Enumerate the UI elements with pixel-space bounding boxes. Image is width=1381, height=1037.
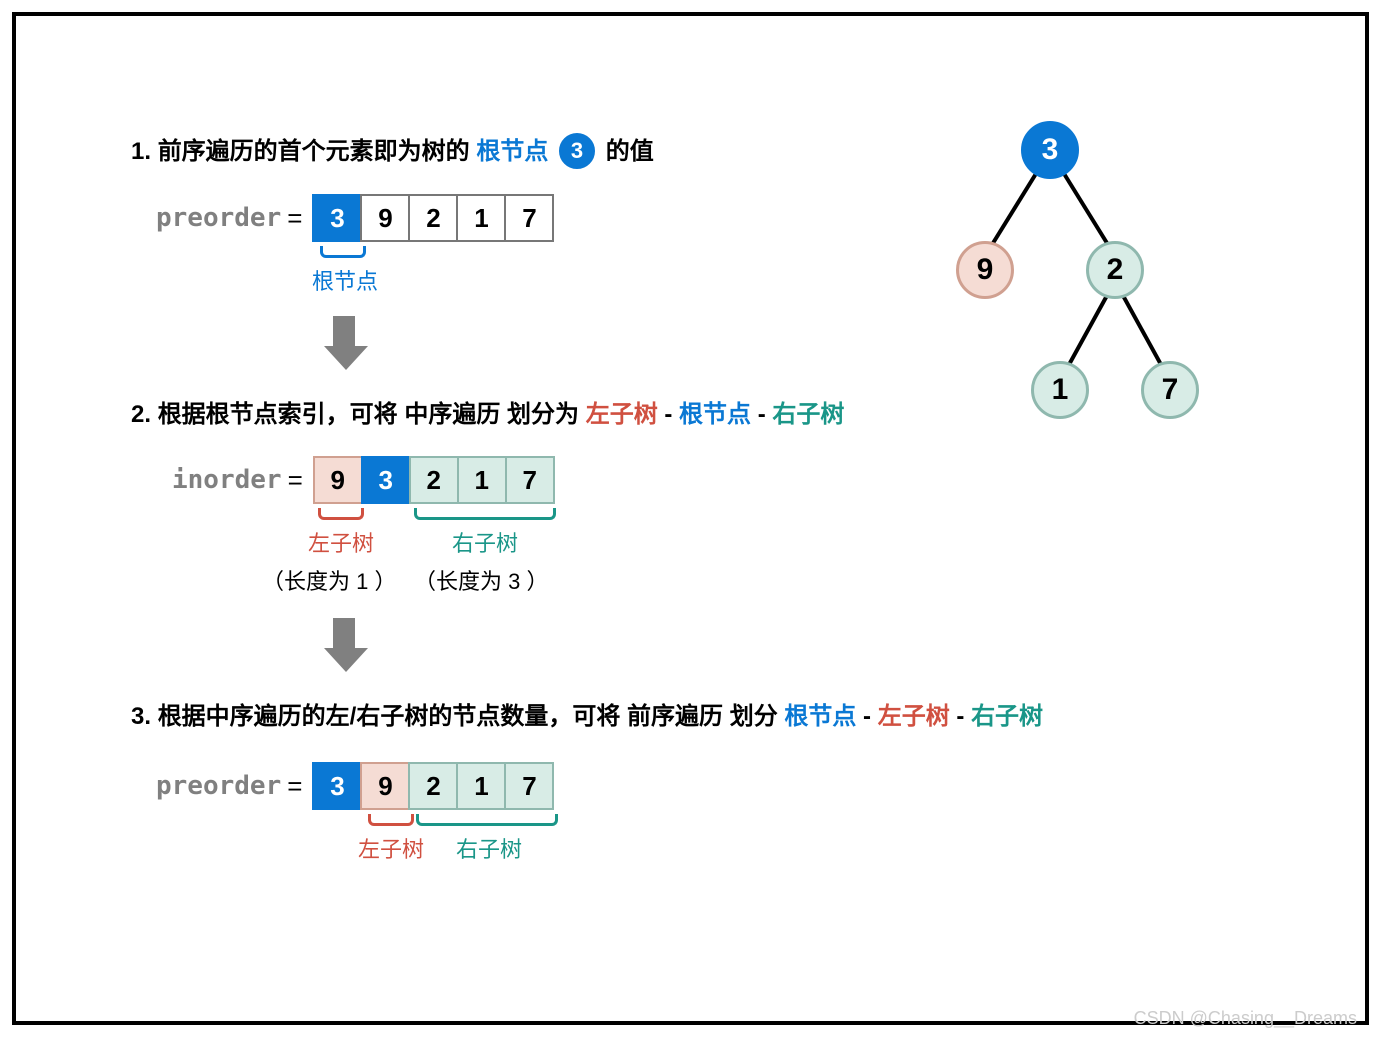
preorder2-label: preorder bbox=[156, 771, 281, 801]
step-3-right: 右子树 bbox=[971, 703, 1043, 730]
inorder-label: inorder bbox=[172, 465, 282, 495]
preorder1-root-ann: 根节点 bbox=[312, 264, 378, 296]
preorder1-cell-2: 2 bbox=[408, 194, 458, 242]
inorder-cell-3: 1 bbox=[457, 456, 507, 504]
step-2-dash2: - bbox=[758, 401, 766, 428]
step-3-text: 3. 根据中序遍历的左/右子树的节点数量，可将 前序遍历 划分 根节点 - 左子… bbox=[131, 696, 1043, 731]
step-1-rootlabel: 根节点 bbox=[476, 138, 548, 165]
step-2-right: 右子树 bbox=[772, 401, 844, 428]
arrow-1 bbox=[324, 316, 364, 368]
step-1-post: 的值 bbox=[606, 138, 654, 165]
inorder-right-ann: 右子树 bbox=[450, 526, 520, 558]
step-2-mid: 划分为 bbox=[507, 401, 586, 428]
preorder2-left-ann: 左子树 bbox=[356, 832, 426, 864]
tree-node-right-right: 7 bbox=[1141, 361, 1199, 419]
preorder1-root-bracket bbox=[320, 246, 366, 258]
step-1-num: 1. bbox=[131, 138, 151, 165]
preorder1-cell-1: 9 bbox=[360, 194, 410, 242]
inorder-right-bracket bbox=[414, 508, 556, 520]
inorder-cell-1: 3 bbox=[361, 456, 411, 504]
tree-node-root: 3 bbox=[1021, 121, 1079, 179]
watermark: CSDN @Chasing__Dreams bbox=[1134, 1008, 1357, 1029]
step-1-text: 1. 前序遍历的首个元素即为树的 根节点 3 的值 bbox=[131, 131, 654, 171]
step-3-mid: 划分 bbox=[730, 703, 785, 730]
inorder-cell-4: 7 bbox=[505, 456, 555, 504]
eq-2: = bbox=[288, 465, 303, 496]
step-3-dash2: - bbox=[956, 703, 964, 730]
step-2-pre: 根据根节点索引，可将 bbox=[158, 401, 405, 428]
preorder2-right-bracket bbox=[416, 814, 558, 826]
inorder-cell-0: 9 bbox=[313, 456, 363, 504]
inorder-len1: （长度为 1 ） bbox=[262, 564, 396, 596]
inorder-left-ann: 左子树 bbox=[306, 526, 376, 558]
step-2-left: 左子树 bbox=[586, 401, 658, 428]
tree-node-left: 9 bbox=[956, 241, 1014, 299]
preorder-array-1: preorder = 3 9 2 1 7 bbox=[156, 194, 554, 242]
step-3-dash1: - bbox=[863, 703, 871, 730]
step-3-left: 左子树 bbox=[878, 703, 950, 730]
preorder2-cell-4: 7 bbox=[504, 762, 554, 810]
eq-3: = bbox=[287, 771, 302, 802]
binary-tree: 3 9 2 1 7 bbox=[881, 101, 1251, 441]
inorder-left-bracket bbox=[318, 508, 364, 520]
preorder2-cell-0: 3 bbox=[312, 762, 362, 810]
step-2-num: 2. bbox=[131, 401, 151, 428]
tree-node-right-left: 1 bbox=[1031, 361, 1089, 419]
step-3-bold: 前序遍历 bbox=[627, 703, 723, 730]
step-2-dash1: - bbox=[664, 401, 672, 428]
step-1-pre: 前序遍历的首个元素即为树的 bbox=[158, 138, 477, 165]
inorder-cell-2: 2 bbox=[409, 456, 459, 504]
preorder2-left-bracket bbox=[368, 814, 414, 826]
tree-node-right: 2 bbox=[1086, 241, 1144, 299]
step-3-root: 根节点 bbox=[784, 703, 856, 730]
preorder2-cell-1: 9 bbox=[360, 762, 410, 810]
inorder-len2: （长度为 3 ） bbox=[414, 564, 548, 596]
step-1-root-circle: 3 bbox=[559, 133, 595, 169]
preorder2-cell-3: 1 bbox=[456, 762, 506, 810]
step-3-pre: 根据中序遍历的左/右子树的节点数量，可将 bbox=[158, 703, 627, 730]
step-3-num: 3. bbox=[131, 703, 151, 730]
inorder-array: inorder = 9 3 2 1 7 bbox=[172, 456, 555, 504]
arrow-2 bbox=[324, 618, 364, 670]
step-2-text: 2. 根据根节点索引，可将 中序遍历 划分为 左子树 - 根节点 - 右子树 bbox=[131, 394, 844, 429]
step-2-root: 根节点 bbox=[679, 401, 751, 428]
diagram-frame: 1. 前序遍历的首个元素即为树的 根节点 3 的值 preorder = 3 9… bbox=[12, 12, 1369, 1025]
eq-1: = bbox=[287, 203, 302, 234]
preorder2-right-ann: 右子树 bbox=[454, 832, 524, 864]
preorder-array-2: preorder = 3 9 2 1 7 bbox=[156, 762, 554, 810]
preorder1-cell-3: 1 bbox=[456, 194, 506, 242]
preorder1-label: preorder bbox=[156, 203, 281, 233]
preorder1-cell-4: 7 bbox=[504, 194, 554, 242]
preorder2-cell-2: 2 bbox=[408, 762, 458, 810]
step-2-bold: 中序遍历 bbox=[404, 401, 500, 428]
preorder1-cell-0: 3 bbox=[312, 194, 362, 242]
